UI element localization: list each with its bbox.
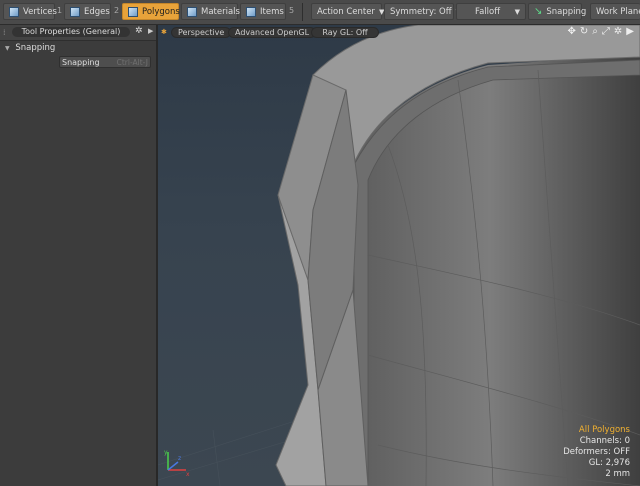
panel-header: ⁞ Tool Properties (General) ✲ ▶ [0, 25, 156, 41]
cube-icon [70, 6, 80, 17]
grid-scale-text: 2 mm [605, 469, 630, 479]
snapping-row-label: Snapping [62, 58, 100, 67]
selection-type-text: All Polygons [578, 425, 630, 435]
polygons-label: Polygons [142, 6, 180, 17]
viewport-header: ✱ Perspective Advanced OpenGL Ray GL: Of… [158, 25, 640, 40]
cube-icon [246, 6, 256, 17]
work-plane-button[interactable]: Work Plane [590, 3, 640, 20]
edges-label: Edges [84, 6, 110, 17]
items-shortcut: 5 [289, 6, 295, 15]
mesh-render [158, 25, 640, 486]
viewport-nav-icons: ✥ ↻ ⌕ ⤢ ✲ ▶ [568, 26, 634, 37]
materials-mode-button[interactable]: Materials [181, 3, 240, 20]
cube-icon [187, 6, 197, 17]
main-toolbar: Vertices 1 Edges 2 Polygons 3 Materials … [0, 0, 640, 25]
snapping-toggle-row[interactable]: Snapping Ctrl-Alt-J [59, 56, 151, 68]
toolbar-divider [302, 3, 303, 21]
triangle-right-icon[interactable]: ▶ [148, 27, 153, 35]
polygons-mode-button[interactable]: Polygons [122, 3, 180, 20]
cube-icon [128, 6, 138, 17]
x-axis-label: x [186, 471, 190, 478]
z-axis-label: z [178, 455, 181, 462]
gear-icon[interactable]: ✲ [135, 26, 143, 36]
perspective-dropdown[interactable]: Perspective [171, 27, 232, 38]
chevron-down-icon: ▼ [514, 7, 520, 16]
cube-icon [9, 6, 19, 17]
snapping-label: Snapping [546, 6, 587, 17]
materials-label: Materials [201, 6, 240, 17]
rotate-icon[interactable]: ↻ [580, 26, 588, 37]
snapping-row-shortcut: Ctrl-Alt-J [116, 58, 148, 67]
axis-gizmo: y x z [164, 449, 190, 478]
snapping-icon: ↘ [534, 6, 543, 17]
panel-title[interactable]: Tool Properties (General) [12, 27, 130, 37]
action-center-label: Action Center [317, 6, 375, 17]
snapping-group-header[interactable]: ▼ Snapping [5, 43, 55, 53]
move-icon[interactable]: ✥ [568, 26, 576, 37]
vertices-shortcut: 1 [57, 6, 63, 15]
snapping-group-label: Snapping [15, 43, 56, 53]
ray-gl-toggle[interactable]: Ray GL: Off [311, 27, 379, 38]
gear-icon[interactable]: ✲ [614, 26, 622, 37]
viewport-menu-icon[interactable]: ✱ [161, 28, 167, 36]
symmetry-label: Symmetry: Off [390, 6, 452, 17]
vertices-mode-button[interactable]: Vertices [3, 3, 57, 20]
action-center-dropdown[interactable]: Action Center ▼ [311, 3, 384, 20]
falloff-label: Falloff [475, 6, 501, 17]
symmetry-dropdown[interactable]: Symmetry: Off ▼ [384, 3, 461, 20]
viewport-info-overlay: All Polygons Channels: 0 Deformers: OFF … [563, 425, 630, 480]
vertices-label: Vertices [23, 6, 57, 17]
edges-shortcut: 2 [114, 6, 120, 15]
deformers-text: Deformers: OFF [563, 447, 630, 457]
channels-text: Channels: 0 [579, 436, 630, 446]
render-mode-dropdown[interactable]: Advanced OpenGL [228, 27, 317, 38]
tool-properties-panel: ⁞ Tool Properties (General) ✲ ▶ ▼ Snappi… [0, 25, 158, 486]
triangle-right-icon[interactable]: ▶ [626, 26, 634, 37]
chevron-down-icon: ▼ [5, 45, 10, 52]
grip-icon[interactable]: ⁞ [3, 28, 6, 37]
fit-icon[interactable]: ⤢ [602, 26, 610, 37]
3d-viewport[interactable]: ✱ Perspective Advanced OpenGL Ray GL: Of… [158, 25, 640, 486]
zoom-icon[interactable]: ⌕ [592, 26, 598, 37]
edges-mode-button[interactable]: Edges [64, 3, 111, 20]
snapping-toggle-button[interactable]: ↘ Snapping [528, 3, 586, 20]
gl-polycount-text: GL: 2,976 [588, 458, 630, 468]
y-axis-label: y [164, 449, 168, 456]
falloff-dropdown[interactable]: Falloff ▼ [456, 3, 526, 20]
work-plane-label: Work Plane [596, 6, 640, 17]
items-label: Items [260, 6, 284, 17]
items-mode-button[interactable]: Items [240, 3, 286, 20]
